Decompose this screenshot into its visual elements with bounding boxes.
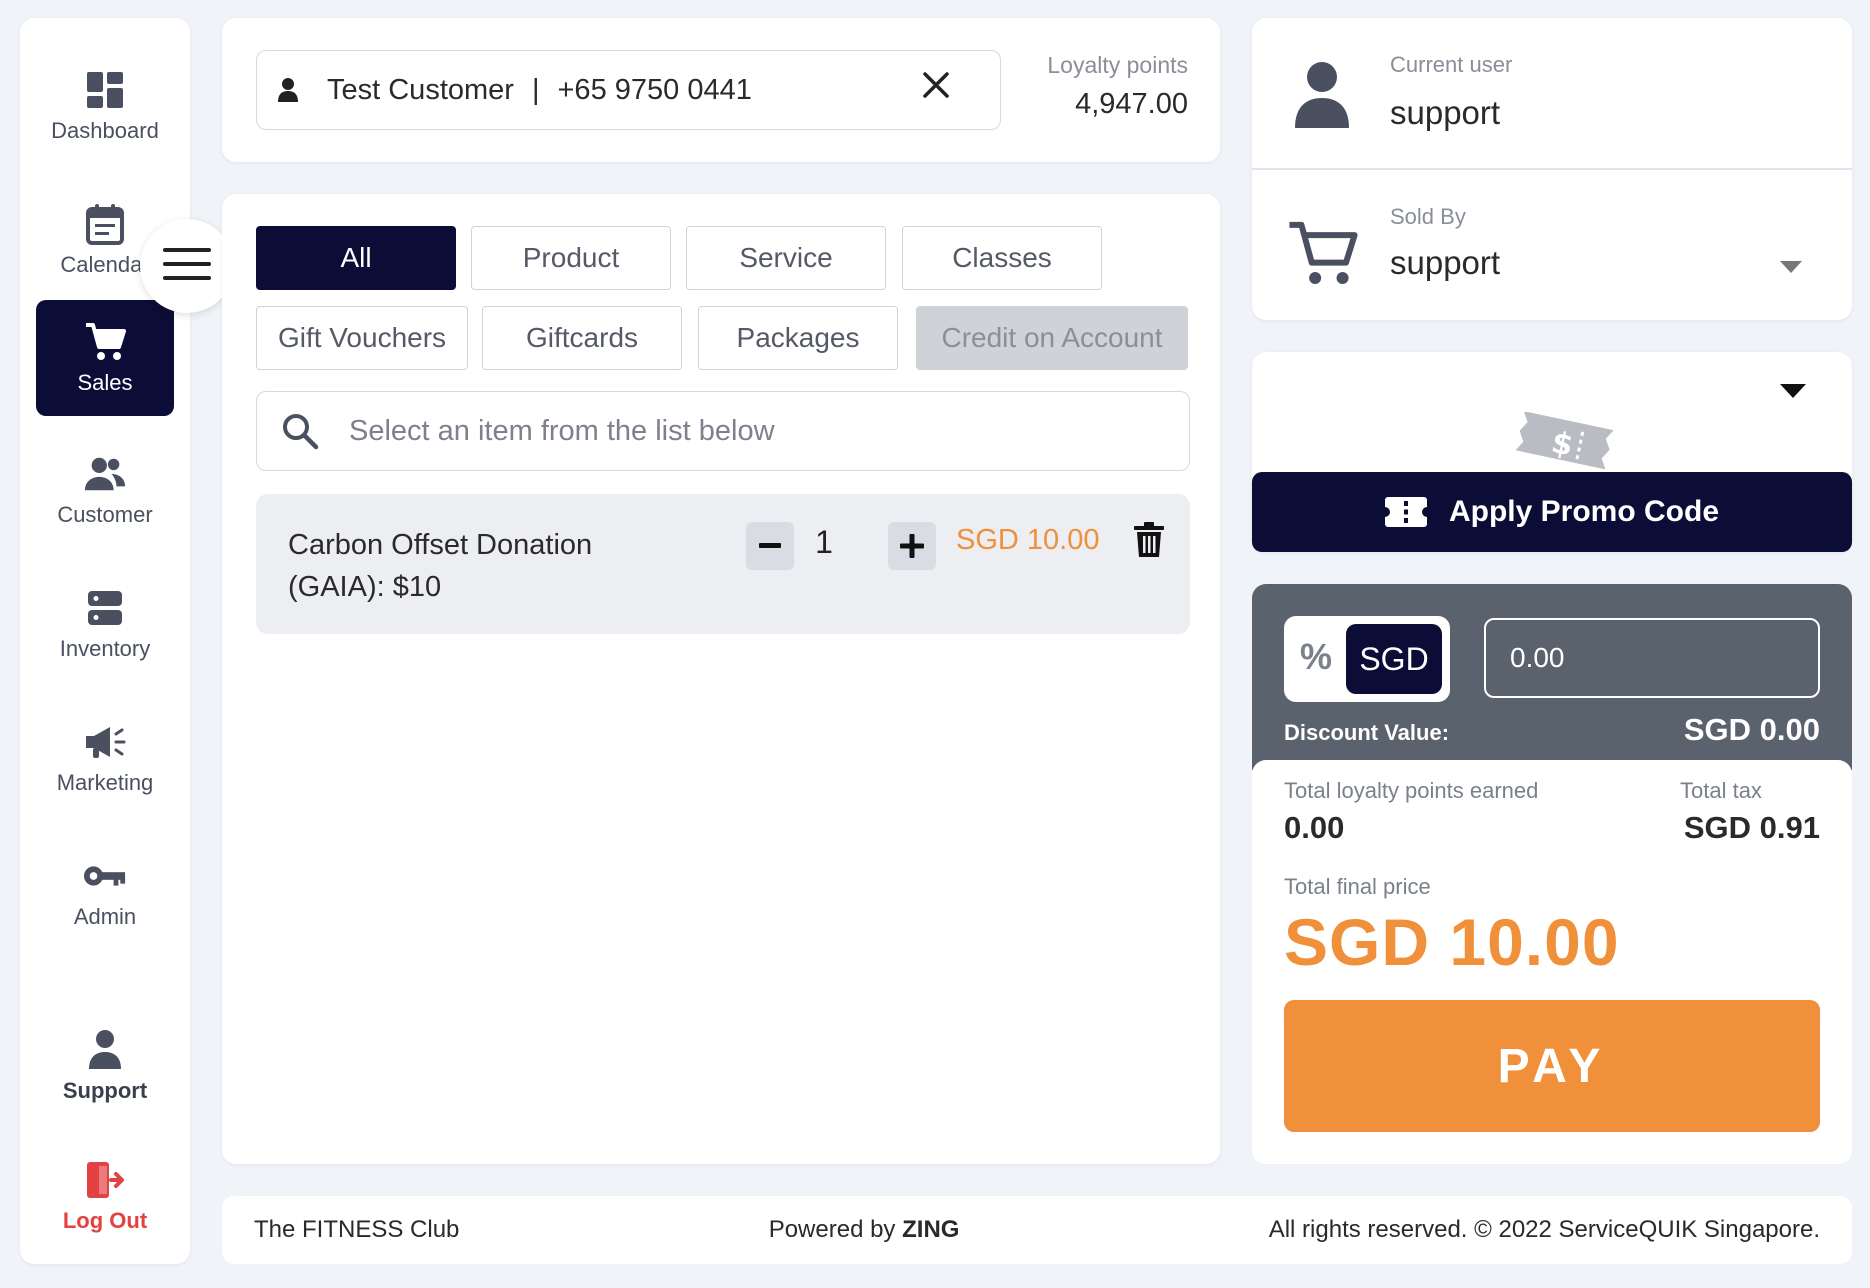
dashboard-icon [83, 68, 127, 112]
sold-by-select[interactable]: support [1390, 244, 1500, 282]
footer-powered-by: Powered by ZING [768, 1216, 960, 1243]
sidebar-item-label: Marketing [56, 770, 154, 795]
tab-service[interactable]: Service [686, 226, 886, 290]
sidebar-item-label: Calendar [60, 252, 150, 277]
discount-input[interactable]: 0.00 [1484, 618, 1820, 698]
sidebar-item-inventory[interactable]: Inventory [36, 566, 174, 682]
sidebar-item-label: Support [62, 1078, 148, 1103]
trash-icon[interactable] [1134, 522, 1164, 563]
menu-toggle-button[interactable] [140, 219, 234, 313]
caret-down-icon[interactable] [1780, 384, 1806, 403]
plus-icon [900, 534, 924, 558]
tab-packages[interactable]: Packages [698, 306, 898, 370]
decrease-quantity-button[interactable] [746, 522, 794, 570]
key-icon [83, 854, 127, 898]
discount-value-label: Discount Value: [1284, 720, 1450, 745]
promo-button-label: Apply Promo Code [1448, 495, 1719, 528]
sidebar-item-support[interactable]: Support [36, 1008, 174, 1124]
cart-icon [1286, 218, 1358, 295]
sidebar-item-customer[interactable]: Customer [36, 432, 174, 548]
final-price-label: Total final price [1284, 874, 1431, 899]
percent-option[interactable]: % [1300, 636, 1332, 678]
sidebar-item-dashboard[interactable]: Dashboard [36, 48, 174, 164]
close-icon[interactable] [922, 71, 950, 107]
search-box [256, 391, 1190, 471]
discount-type-toggle: % SGD [1284, 616, 1450, 702]
customer-name: Test Customer [327, 73, 514, 106]
customer-selector[interactable]: Test Customer | +65 9750 0441 [256, 50, 1001, 130]
tab-all[interactable]: All [256, 226, 456, 290]
logout-button[interactable]: Log Out [36, 1138, 174, 1254]
footer-copyright: All rights reserved. © 2022 ServiceQUIK … [1268, 1216, 1820, 1243]
current-user-value: support [1390, 94, 1501, 131]
logout-icon [83, 1158, 127, 1202]
total-tax-label: Total tax [1680, 778, 1762, 803]
minus-icon [759, 543, 781, 549]
customer-card: Test Customer | +65 9750 0441 Loyalty po… [222, 18, 1220, 162]
sidebar: Dashboard Calendar Sales Customer Invent… [20, 18, 190, 1264]
customer-phone: +65 9750 0441 [557, 73, 752, 106]
items-card: All Product Service Classes Gift Voucher… [222, 194, 1220, 1164]
currency-option[interactable]: SGD [1346, 624, 1442, 694]
sidebar-item-admin[interactable]: Admin [36, 834, 174, 950]
total-tax-value: SGD 0.91 [1683, 810, 1820, 845]
users-icon [83, 452, 127, 496]
sidebar-item-marketing[interactable]: Marketing [36, 700, 174, 816]
tab-product[interactable]: Product [471, 226, 671, 290]
calendar-icon [83, 202, 127, 246]
hamburger-icon [163, 246, 211, 287]
sidebar-item-label: Customer [57, 502, 153, 527]
divider [1252, 168, 1852, 170]
tab-gift-vouchers[interactable]: Gift Vouchers [256, 306, 468, 370]
server-icon [83, 586, 127, 630]
pay-button[interactable]: PAY [1284, 1000, 1820, 1132]
sidebar-item-sales[interactable]: Sales [36, 300, 174, 416]
sidebar-item-label: Admin [73, 904, 137, 929]
user-icon [277, 77, 299, 103]
discount-panel: % SGD 0.00 Discount Value: SGD 0.00 [1252, 584, 1852, 770]
footer-club-name: The FITNESS Club [254, 1216, 460, 1243]
coupon-icon: $ [1498, 411, 1628, 479]
tab-classes[interactable]: Classes [902, 226, 1102, 290]
tab-giftcards[interactable]: Giftcards [482, 306, 682, 370]
discount-value: SGD 0.00 [1683, 712, 1820, 747]
user-icon [83, 1028, 127, 1072]
current-user-label: Current user [1390, 52, 1513, 77]
increase-quantity-button[interactable] [888, 522, 936, 570]
loyalty-points-value: 4,947.00 [1075, 88, 1188, 120]
apply-promo-code-button[interactable]: Apply Promo Code [1252, 472, 1852, 552]
cart-item: Carbon Offset Donation (GAIA): $10 1 SGD… [256, 494, 1190, 634]
caret-down-icon[interactable] [1780, 260, 1802, 278]
loyalty-earned-label: Total loyalty points earned [1284, 778, 1539, 803]
loyalty-earned-value: 0.00 [1284, 810, 1345, 845]
quantity-value: 1 [815, 524, 833, 560]
tab-credit-on-account[interactable]: Credit on Account [916, 306, 1188, 370]
user-icon [1294, 60, 1350, 135]
sidebar-item-label: Sales [77, 370, 133, 395]
footer-brand: ZING [902, 1216, 960, 1243]
user-panel: Current user support Sold By support [1252, 18, 1852, 320]
ticket-icon [1384, 497, 1427, 527]
search-icon [281, 412, 319, 450]
cart-icon [83, 320, 127, 364]
cart-item-name: Carbon Offset Donation (GAIA): $10 [288, 529, 593, 603]
megaphone-icon [83, 720, 127, 764]
final-price-value: SGD 10.00 [1284, 905, 1620, 979]
sidebar-item-label: Dashboard [51, 118, 159, 143]
promo-card: $ Apply Promo Code [1252, 352, 1852, 552]
sidebar-item-label: Inventory [59, 636, 151, 661]
customer-separator: | [531, 73, 540, 106]
search-input[interactable] [349, 414, 1149, 448]
sold-by-label: Sold By [1390, 204, 1466, 229]
sidebar-item-label: Log Out [62, 1208, 148, 1233]
order-summary: % SGD 0.00 Discount Value: SGD 0.00 Tota… [1252, 584, 1852, 1164]
loyalty-points-label: Loyalty points [1047, 52, 1188, 78]
cart-item-price: SGD 10.00 [956, 524, 1100, 556]
footer: The FITNESS Club Powered by ZING All rig… [222, 1196, 1852, 1264]
